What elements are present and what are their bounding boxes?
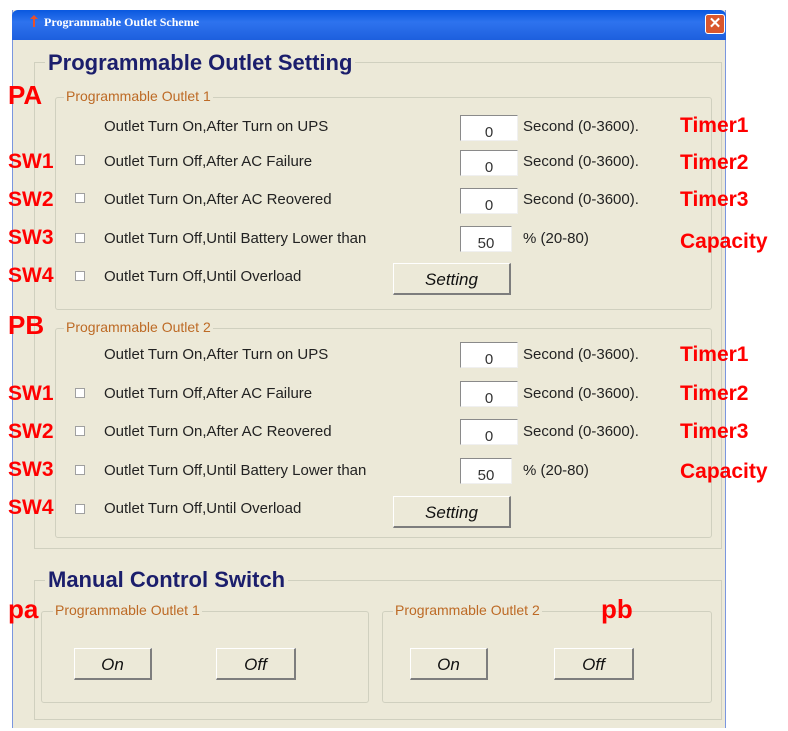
annotation-sw2: SW2 [8, 188, 54, 211]
annotation-sw3: SW3 [8, 226, 54, 249]
outlet1-sw1-checkbox[interactable] [75, 155, 85, 165]
outlet1-ac-fail-delay-input[interactable]: 0 [460, 150, 518, 176]
outlet2-overload-label: Outlet Turn Off,Until Overload [104, 500, 302, 517]
annotation-timer2-b: Timer2 [680, 382, 749, 405]
outlet1-ac-recover-delay-input[interactable]: 0 [460, 188, 518, 214]
outlet1-ac-recover-label: Outlet Turn On,After AC Reovered [104, 191, 332, 208]
outlet2-battery-label: Outlet Turn Off,Until Battery Lower than [104, 462, 367, 479]
annotation-pa: PA [8, 80, 43, 110]
annotation-sw4-b: SW4 [8, 496, 54, 519]
outlet2-on-button[interactable]: On [410, 648, 488, 680]
outlet2-battery-capacity-input[interactable]: 50 [460, 458, 512, 484]
outlet1-ac-recover-unit: Second (0-3600). [523, 191, 639, 208]
annotation-sw1-b: SW1 [8, 382, 54, 405]
outlet2-ac-fail-label: Outlet Turn Off,After AC Failure [104, 385, 313, 402]
outlet2-turn-on-label: Outlet Turn On,After Turn on UPS [104, 346, 329, 363]
annotation-sw4: SW4 [8, 264, 54, 287]
outlet1-turn-on-delay-input[interactable]: 0 [460, 115, 518, 141]
window-title: Programmable Outlet Scheme [44, 15, 200, 29]
annotation-pb-small: pb [601, 594, 633, 624]
annotation-timer1-b: Timer1 [680, 343, 749, 366]
outlet1-turn-on-label: Outlet Turn On,After Turn on UPS [104, 118, 329, 135]
outlet1-off-button[interactable]: Off [216, 648, 296, 680]
manual-outlet1-label: Programmable Outlet 1 [53, 602, 202, 618]
outlet1-sw3-checkbox[interactable] [75, 233, 85, 243]
outlet1-overload-label: Outlet Turn Off,Until Overload [104, 268, 302, 285]
close-icon[interactable]: ✕ [705, 14, 725, 34]
outlet1-group-label: Programmable Outlet 1 [64, 88, 213, 104]
annotation-timer1: Timer1 [680, 114, 749, 137]
outlet2-off-button[interactable]: Off [554, 648, 634, 680]
outlet2-group-label: Programmable Outlet 2 [64, 319, 213, 335]
annotation-timer2: Timer2 [680, 151, 749, 174]
outlet2-sw2-checkbox[interactable] [75, 426, 85, 436]
outlet2-ac-recover-label: Outlet Turn On,After AC Reovered [104, 423, 332, 440]
outlet2-battery-unit: % (20-80) [523, 462, 589, 479]
annotation-sw1: SW1 [8, 150, 54, 173]
outlet1-ac-fail-unit: Second (0-3600). [523, 153, 639, 170]
annotation-pa-small: pa [8, 594, 39, 624]
outlet1-on-button[interactable]: On [74, 648, 152, 680]
outlet2-turn-on-unit: Second (0-3600). [523, 346, 639, 363]
annotation-timer3: Timer3 [680, 188, 749, 211]
outlet2-sw3-checkbox[interactable] [75, 465, 85, 475]
outlet2-overload-setting-button[interactable]: Setting [393, 496, 511, 528]
outlet1-battery-label: Outlet Turn Off,Until Battery Lower than [104, 230, 367, 247]
outlet2-ac-fail-unit: Second (0-3600). [523, 385, 639, 402]
annotation-capacity-b: Capacity [680, 460, 768, 483]
setting-heading: Programmable Outlet Setting [45, 50, 356, 76]
manual-heading: Manual Control Switch [45, 567, 289, 593]
outlet1-battery-capacity-input[interactable]: 50 [460, 226, 512, 252]
manual-outlet2-label: Programmable Outlet 2 [393, 602, 542, 618]
outlet1-ac-fail-label: Outlet Turn Off,After AC Failure [104, 153, 313, 170]
outlet1-sw4-checkbox[interactable] [75, 271, 85, 281]
outlet1-turn-on-unit: Second (0-3600). [523, 118, 639, 135]
outlet2-ac-recover-delay-input[interactable]: 0 [460, 419, 518, 445]
annotation-sw2-b: SW2 [8, 420, 54, 443]
outlet1-overload-setting-button[interactable]: Setting [393, 263, 511, 295]
annotation-capacity: Capacity [680, 230, 768, 253]
outlet2-ac-fail-delay-input[interactable]: 0 [460, 381, 518, 407]
outlet1-sw2-checkbox[interactable] [75, 193, 85, 203]
outlet2-ac-recover-unit: Second (0-3600). [523, 423, 639, 440]
annotation-pb: PB [8, 310, 45, 340]
outlet2-sw1-checkbox[interactable] [75, 388, 85, 398]
outlet2-turn-on-delay-input[interactable]: 0 [460, 342, 518, 368]
outlet2-sw4-checkbox[interactable] [75, 504, 85, 514]
annotation-sw3-b: SW3 [8, 458, 54, 481]
annotation-timer3-b: Timer3 [680, 420, 749, 443]
outlet-app-icon [30, 15, 38, 27]
outlet1-battery-unit: % (20-80) [523, 230, 589, 247]
